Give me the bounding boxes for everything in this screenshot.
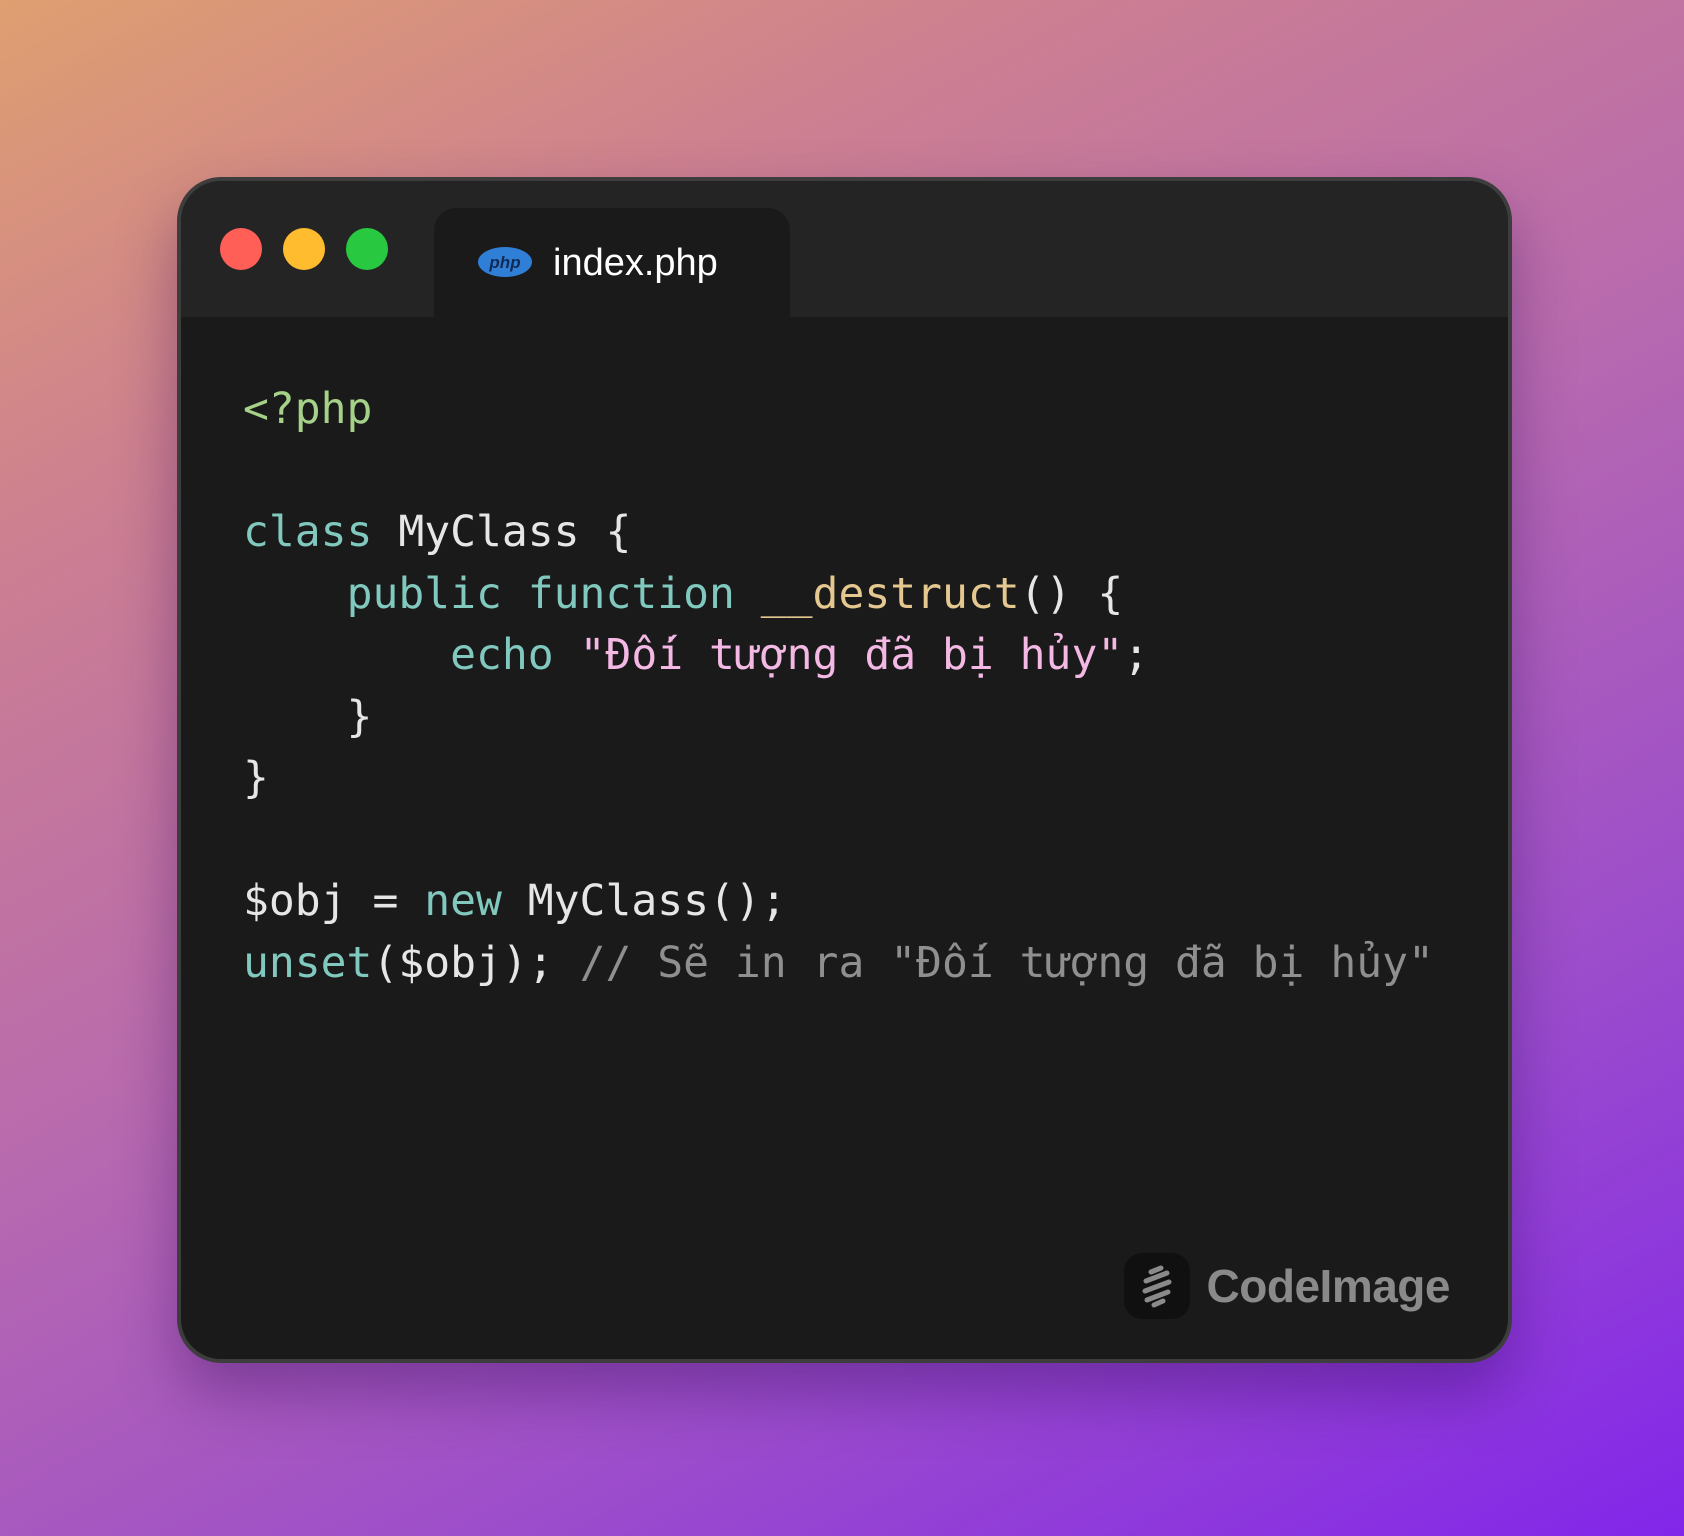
code-line: class MyClass { xyxy=(243,502,1434,564)
code-token-plain: MyClass(); xyxy=(501,876,787,926)
code-line: $obj = new MyClass(); xyxy=(243,871,1434,933)
code-token-plain: $obj = xyxy=(243,876,425,926)
minimize-button[interactable] xyxy=(283,228,325,270)
code-token-kw: new xyxy=(424,876,502,926)
php-icon-text: php xyxy=(488,253,520,272)
code-token-tag: <?php xyxy=(243,384,373,434)
brand-watermark: CodeImage xyxy=(1123,1251,1451,1321)
code-line: unset($obj); // Sẽ in ra "Đối tượng đã b… xyxy=(243,933,1434,995)
code-token-plain: () { xyxy=(1019,568,1124,619)
code-token-kw: public function xyxy=(346,568,735,619)
code-line: echo "Đối tượng đã bị hủy"; xyxy=(243,625,1434,687)
tab-label: index.php xyxy=(553,242,718,284)
title-bar: php index.php xyxy=(181,181,1508,317)
maximize-button[interactable] xyxy=(346,228,388,270)
code-line: <?php xyxy=(243,379,1434,441)
php-icon: php xyxy=(478,247,532,277)
code-line: public function __destruct() { xyxy=(243,564,1434,626)
code-token-plain: MyClass { xyxy=(372,507,632,557)
brand-label: CodeImage xyxy=(1206,1260,1451,1312)
code-token-plain: ($obj); xyxy=(372,937,580,988)
code-token-cm: // Sẽ in ra "Đối tượng đã bị hủy" xyxy=(579,937,1434,988)
code-token-plain: } xyxy=(243,753,269,803)
code-token-kw: echo xyxy=(450,630,554,680)
code-token-kw: class xyxy=(243,507,373,557)
code-token-fn: __destruct xyxy=(760,568,1020,619)
code-line: } xyxy=(243,748,1434,810)
close-button[interactable] xyxy=(220,228,262,270)
code-token-kw: unset xyxy=(243,937,373,988)
tab-index-php[interactable]: php index.php xyxy=(434,208,790,317)
code-line: } xyxy=(243,687,1434,749)
code-token-str: "Đối tượng đã bị hủy" xyxy=(579,630,1124,680)
code-token-plain: } xyxy=(243,691,373,742)
code-block: <?php class MyClass { public function __… xyxy=(243,379,1434,994)
code-token-plain: ; xyxy=(1123,630,1150,680)
code-window: php index.php <?php class MyClass { publ… xyxy=(177,177,1512,1363)
codeimage-logo-icon xyxy=(1123,1253,1190,1319)
